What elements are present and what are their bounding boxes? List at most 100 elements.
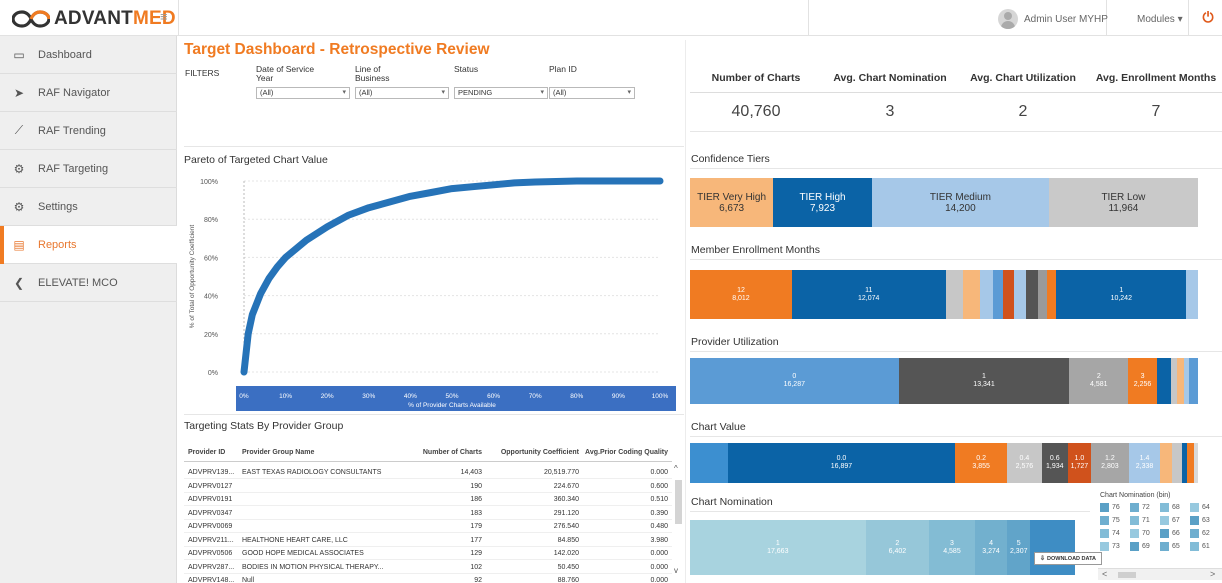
- scroll-up-icon[interactable]: ^: [674, 464, 678, 473]
- hamburger-menu-icon[interactable]: ≡: [160, 10, 172, 24]
- chart-value-segment[interactable]: 0.6 1,934: [1041, 443, 1068, 483]
- table-row[interactable]: ADVPRV211... HEALTHONE HEART CARE, LLC 177…: [184, 534, 672, 547]
- enrollment-month-segment[interactable]: 11 12,074: [791, 270, 946, 319]
- provider-utilization-segment[interactable]: [1156, 358, 1172, 404]
- legend-item[interactable]: 71: [1130, 516, 1150, 525]
- legend-item[interactable]: 67: [1160, 516, 1180, 525]
- table-row[interactable]: ADVPRV139... EAST TEXAS RADIOLOGY CONSULT…: [184, 466, 672, 479]
- chart-nomination-segment[interactable]: 5 2,307: [1007, 520, 1031, 575]
- pareto-point[interactable]: [511, 179, 518, 186]
- legend-item[interactable]: 64: [1190, 503, 1210, 512]
- enrollment-month-segment[interactable]: [945, 270, 964, 319]
- filter-select-status[interactable]: PENDING: [454, 87, 548, 99]
- chart-nomination-bar[interactable]: 1 17,663 2 6,402 3 4,585 4 3,274 5 2,307: [690, 520, 1075, 575]
- pareto-chart[interactable]: 0% 20% 40% 60% 80% 100% % of Total of Opportun…: [182, 166, 684, 412]
- scroll-down-icon[interactable]: v: [674, 566, 678, 575]
- filter-select-plan-id[interactable]: (All): [549, 87, 635, 99]
- chart-value-segment[interactable]: [1160, 443, 1173, 483]
- pareto-point[interactable]: [245, 330, 252, 337]
- enrollment-month-segment[interactable]: [1025, 270, 1039, 319]
- legend-item[interactable]: 63: [1190, 516, 1210, 525]
- pareto-point[interactable]: [257, 290, 264, 297]
- pareto-point[interactable]: [282, 254, 289, 261]
- enrollment-month-segment[interactable]: [979, 270, 993, 319]
- pareto-point[interactable]: [490, 181, 497, 188]
- enrollment-month-segment[interactable]: [1047, 270, 1057, 319]
- confidence-tier-segment[interactable]: TIER Medium 14,200: [871, 178, 1049, 227]
- legend-item[interactable]: 76: [1100, 503, 1120, 512]
- pareto-point[interactable]: [324, 223, 331, 230]
- enrollment-month-segment[interactable]: 12 8,012: [690, 270, 792, 319]
- enrollment-months-bar[interactable]: 12 8,012 11 12,074 1 10,242: [690, 270, 1198, 319]
- legend-item[interactable]: 65: [1160, 542, 1180, 551]
- chart-value-segment[interactable]: 0.4 2,576: [1007, 443, 1042, 483]
- chart-value-segment[interactable]: 1.0 1,727: [1067, 443, 1092, 483]
- pareto-point[interactable]: [365, 204, 372, 211]
- legend-item[interactable]: 75: [1100, 516, 1120, 525]
- scroll-left-icon[interactable]: <: [1102, 569, 1107, 579]
- legend-item[interactable]: 70: [1130, 529, 1150, 538]
- legend-item[interactable]: 73: [1100, 542, 1120, 551]
- sidebar-item-raf-targeting[interactable]: ⚙ RAF Targeting: [0, 150, 177, 188]
- table-row[interactable]: ADVPRV0127 190 224.670 0.600: [184, 480, 672, 493]
- chart-nomination-segment[interactable]: 1 17,663: [690, 520, 866, 575]
- pareto-point[interactable]: [345, 212, 351, 219]
- pareto-point[interactable]: [469, 183, 476, 190]
- enrollment-month-segment[interactable]: [963, 270, 980, 319]
- chart-value-segment[interactable]: 0.0 16,897: [727, 443, 956, 483]
- chart-value-segment[interactable]: [1193, 443, 1198, 483]
- provider-utilization-bar[interactable]: 0 16,287 1 13,341 2 4,581 3 2,256: [690, 358, 1198, 404]
- chart-value-segment[interactable]: 0.2 3,855: [955, 443, 1008, 483]
- sidebar-item-dashboard[interactable]: ▭ Dashboard: [0, 36, 177, 74]
- legend-item[interactable]: 69: [1130, 542, 1150, 551]
- sidebar-item-raf-trending[interactable]: ⟋ RAF Trending: [0, 112, 177, 150]
- chart-value-segment[interactable]: 1.2 2,803: [1091, 443, 1129, 483]
- pareto-point[interactable]: [303, 237, 310, 244]
- legend-item[interactable]: 72: [1130, 503, 1150, 512]
- chart-value-segment[interactable]: [1187, 443, 1194, 483]
- table-scrollbar[interactable]: ^ v: [673, 462, 684, 580]
- pareto-point[interactable]: [573, 178, 580, 184]
- confidence-tier-segment[interactable]: TIER Low 11,964: [1048, 178, 1198, 227]
- download-data-button[interactable]: ⇩ DOWNLOAD DATA: [1034, 552, 1102, 565]
- table-row[interactable]: ADVPRV148... Null 92 88.760 0.000: [184, 574, 672, 583]
- chart-nomination-segment[interactable]: 2 6,402: [865, 520, 930, 575]
- legend-item[interactable]: 74: [1100, 529, 1120, 538]
- filter-select-date-of-service-year[interactable]: (All): [256, 87, 350, 99]
- pareto-point[interactable]: [265, 275, 272, 282]
- sidebar-item-settings[interactable]: ⚙ Settings: [0, 188, 177, 226]
- provider-utilization-segment[interactable]: 3 2,256: [1128, 358, 1157, 404]
- pareto-point[interactable]: [615, 178, 622, 184]
- pareto-point[interactable]: [274, 263, 281, 270]
- pareto-point[interactable]: [449, 185, 455, 192]
- enrollment-month-segment[interactable]: [992, 270, 1003, 319]
- pareto-point[interactable]: [532, 178, 539, 185]
- chart-value-segment[interactable]: 1.4 2,338: [1128, 443, 1161, 483]
- user-menu[interactable]: Admin User MYHP: [998, 9, 1108, 29]
- legend-item[interactable]: 61: [1190, 542, 1210, 551]
- provider-utilization-segment[interactable]: 0 16,287: [690, 358, 899, 404]
- pareto-point[interactable]: [241, 369, 247, 375]
- confidence-tier-segment[interactable]: TIER High 7,923: [773, 178, 872, 227]
- pareto-point[interactable]: [657, 178, 663, 184]
- pareto-line[interactable]: [240, 177, 664, 376]
- chart-value-segment[interactable]: [1172, 443, 1182, 483]
- table-row[interactable]: ADVPRV0069 179 276.540 0.480: [184, 520, 672, 533]
- confidence-tiers-bar[interactable]: TIER Very High 6,673 TIER High 7,923 TIER Me…: [690, 178, 1198, 227]
- provider-utilization-segment[interactable]: [1188, 358, 1198, 404]
- pareto-point[interactable]: [249, 311, 256, 318]
- table-row[interactable]: ADVPRV0506 GOOD HOPE MEDICAL ASSOCIATES 12…: [184, 547, 672, 560]
- chart-nomination-segment[interactable]: 3 4,585: [929, 520, 975, 575]
- pareto-point[interactable]: [407, 193, 414, 200]
- pareto-point[interactable]: [428, 189, 435, 196]
- provider-utilization-segment[interactable]: 1 13,341: [898, 358, 1070, 404]
- scroll-right-icon[interactable]: >: [1210, 569, 1215, 579]
- enrollment-month-segment[interactable]: [1002, 270, 1015, 319]
- confidence-tier-segment[interactable]: TIER Very High 6,673: [690, 178, 774, 227]
- sidebar-item-elevate-mco[interactable]: ❮ ELEVATE! MCO: [0, 264, 177, 302]
- chart-nomination-segment[interactable]: 4 3,274: [974, 520, 1008, 575]
- legend-item[interactable]: 62: [1190, 529, 1210, 538]
- filter-select-line-of-business[interactable]: (All): [355, 87, 449, 99]
- provider-utilization-segment[interactable]: 2 4,581: [1069, 358, 1129, 404]
- pareto-point[interactable]: [386, 199, 393, 206]
